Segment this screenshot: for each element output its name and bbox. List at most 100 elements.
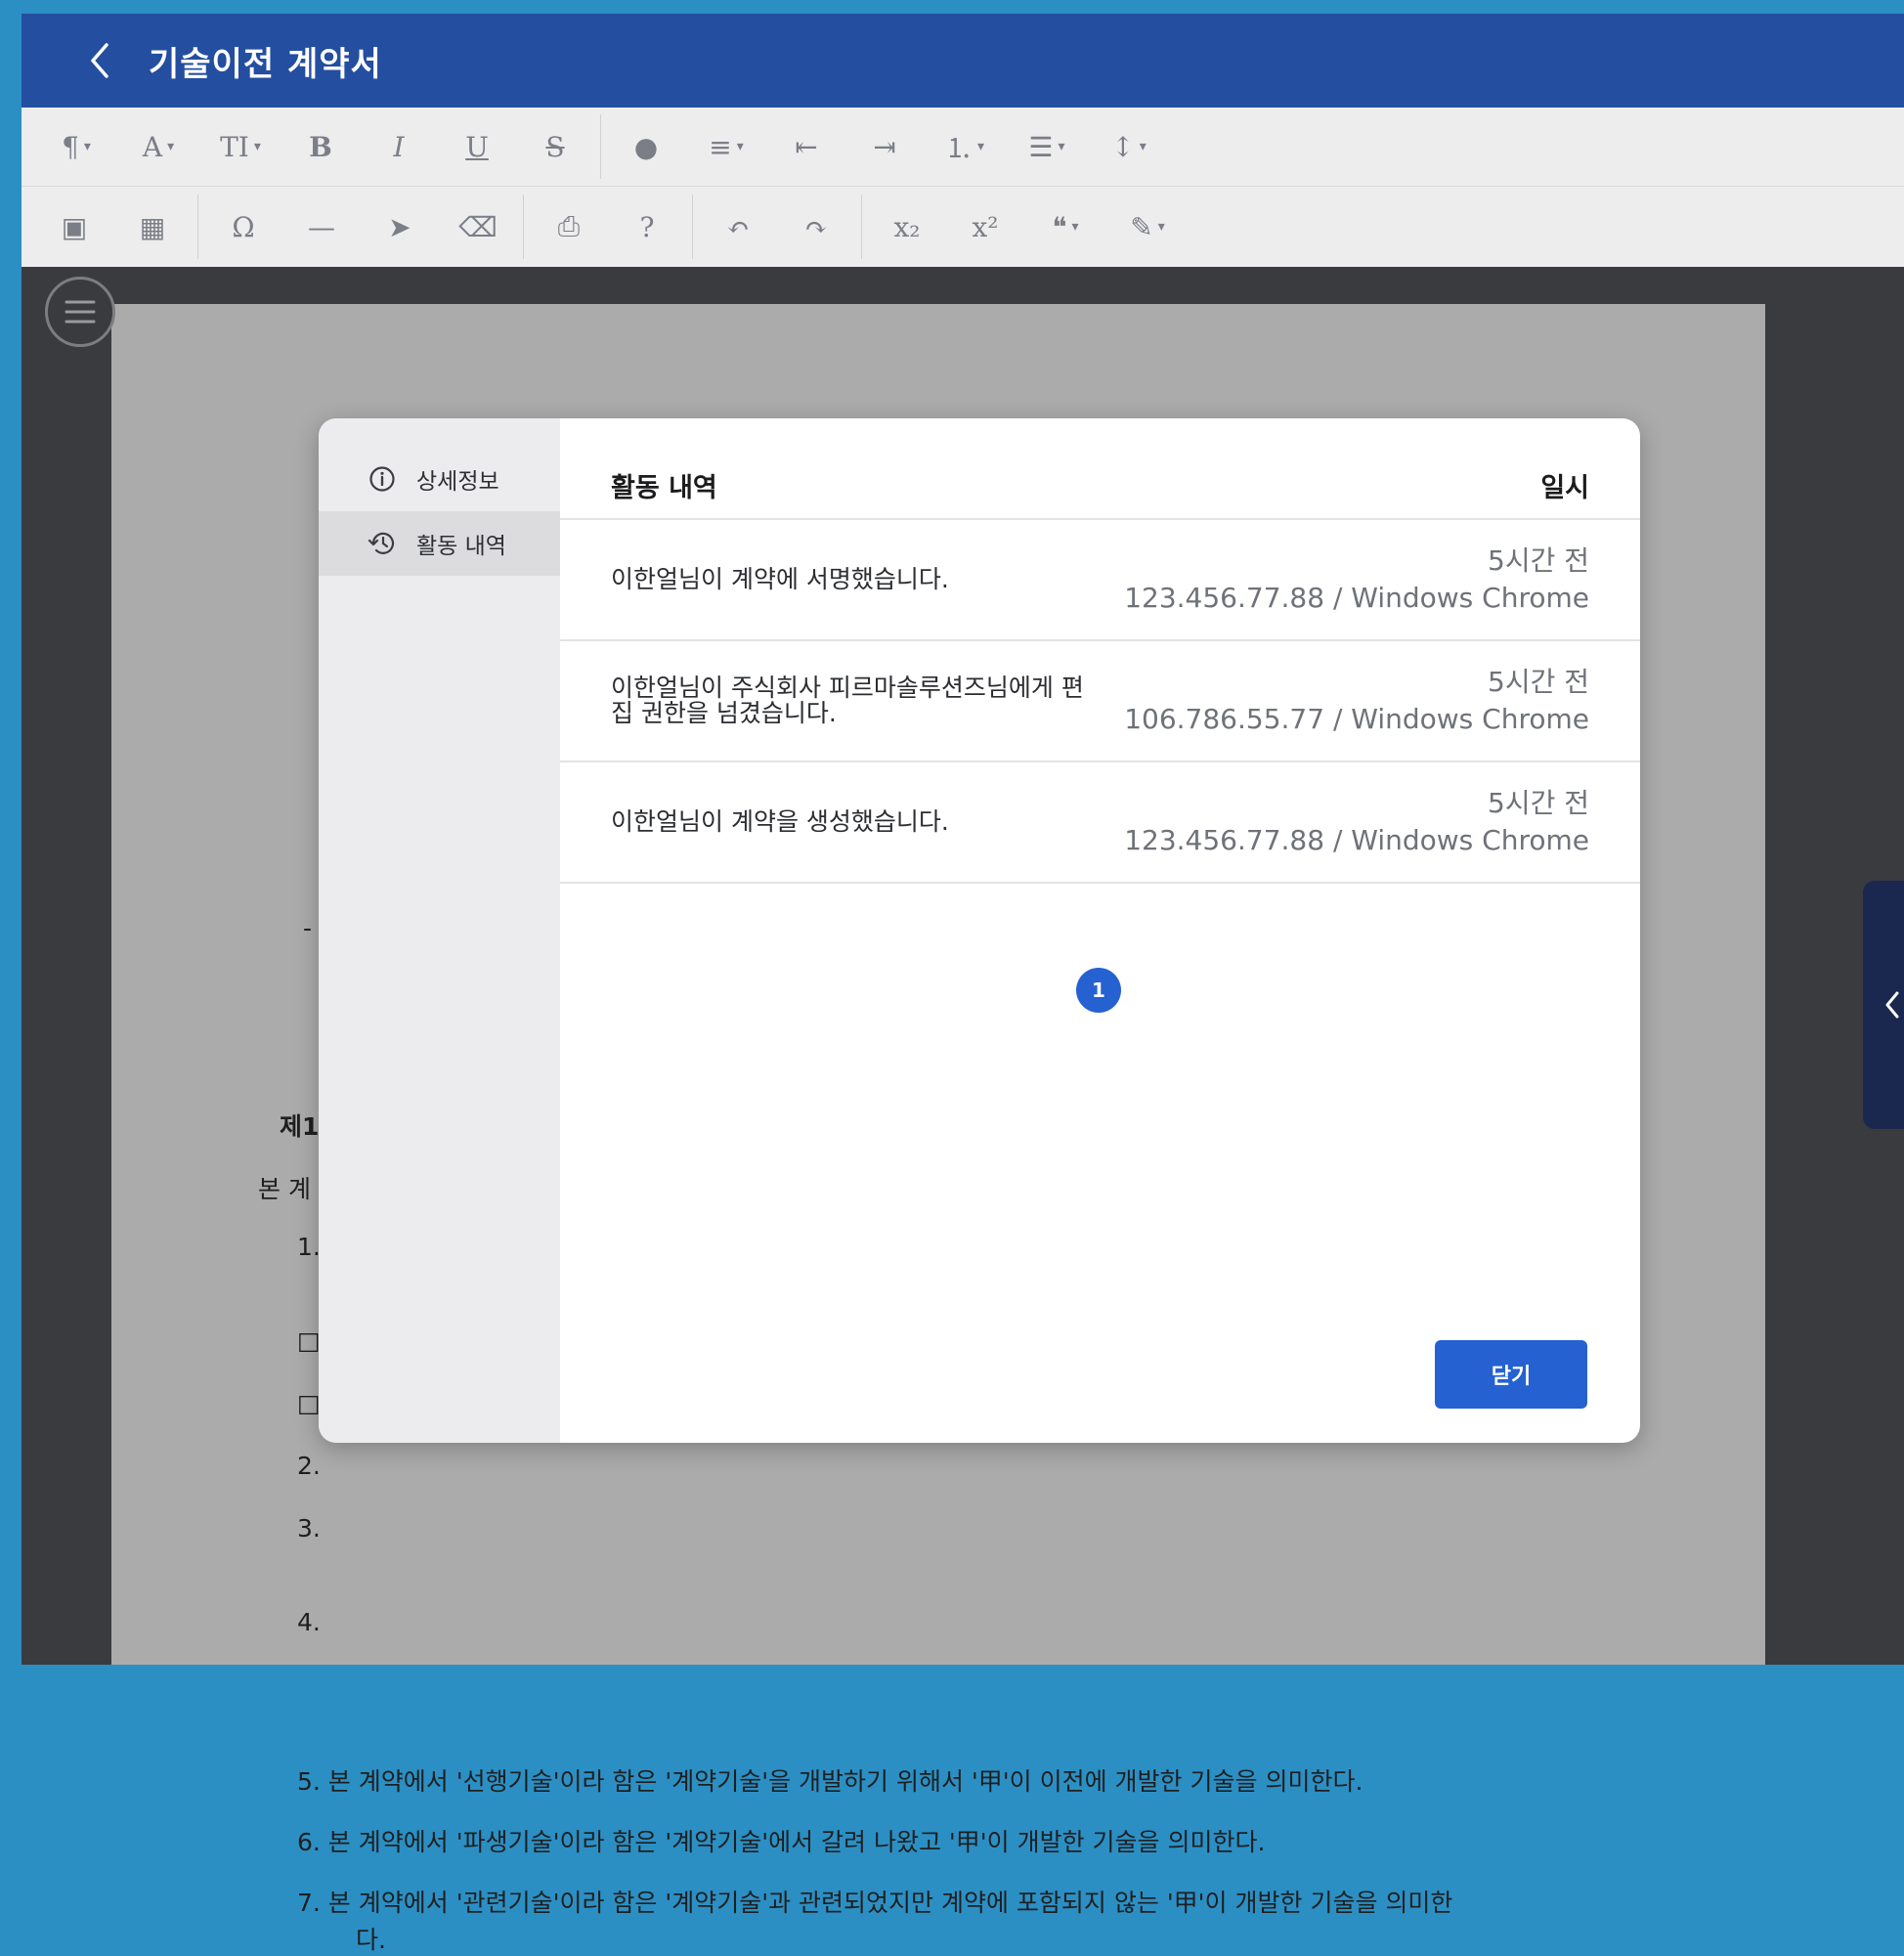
caret-down-icon: ▾ [1157,219,1165,235]
toolbar-row-1: ¶ ▾ A ▾ TI ▾ B I U S ● ≡ ▾ ⇤ ⇥ ⒈ ▾ ☰ ▾ ↕ ▾ [22,108,1904,187]
bold-icon: B [309,130,332,163]
paragraph-style-icon: ¶ [62,130,79,163]
back-button[interactable] [80,41,119,80]
underline-button[interactable]: U [438,117,516,176]
line-height-button[interactable]: ↕ ▾ [1088,117,1170,176]
table-button[interactable]: ▦ [113,197,192,256]
activity-panel: 활동 내역 일시 이한얼님이 계약에 서명했습니다. 5시간 전 123.456… [560,418,1640,1443]
app-header: 기술이전 계약서 [22,14,1904,108]
activity-message: 이한얼님이 주식회사 피르마솔루션즈님에게 편집 권한을 넘겼습니다. [611,673,1084,727]
align-icon: ≡ [709,130,732,163]
strikethrough-button[interactable]: S [516,117,594,176]
activity-row: 이한얼님이 계약을 생성했습니다. 5시간 전 123.456.77.88 / … [560,762,1640,884]
activity-ip-browser: 123.456.77.88 / Windows Chrome [1124,582,1589,614]
subscript-button[interactable]: x₂ [868,197,946,256]
pagination-page-1[interactable]: 1 [1076,968,1121,1013]
column-datetime: 일시 [1540,473,1589,503]
nav-item-label: 상세정보 [416,469,499,495]
caret-down-icon: ▾ [253,139,261,154]
horizontal-rule-button[interactable]: — [282,197,361,256]
superscript-button[interactable]: x² [946,197,1024,256]
undo-icon: ↶ [726,210,750,243]
paragraph-style-button[interactable]: ¶ ▾ [35,117,117,176]
activity-ip-browser: 106.786.55.77 / Windows Chrome [1124,703,1589,735]
print-icon: ⎙ [557,210,581,242]
history-icon [368,529,397,558]
indent-button[interactable]: ⇥ [845,117,924,176]
activity-ip-browser: 123.456.77.88 / Windows Chrome [1124,824,1589,856]
doc-fragment: 3. [297,1514,321,1543]
magic-icon: ✎ [1130,210,1153,243]
blockquote-button[interactable]: ❝ ▾ [1024,197,1106,256]
align-button[interactable]: ≡ ▾ [685,117,767,176]
font-size-button[interactable]: TI ▾ [199,117,281,176]
redo-button[interactable]: ↷ [777,197,855,256]
doc-fragment: 제1 [280,1112,320,1141]
info-icon [368,464,397,494]
outdent-icon: ⇤ [795,130,818,163]
eraser-icon: ⌫ [458,210,498,243]
indent-icon: ⇥ [873,130,896,163]
nav-item-details[interactable]: 상세정보 [319,447,560,511]
underline-icon: U [465,130,489,163]
magic-button[interactable]: ✎ ▾ [1106,197,1189,256]
activity-message: 이한얼님이 계약에 서명했습니다. [611,564,949,593]
activity-meta: 5시간 전 106.786.55.77 / Windows Chrome [1124,664,1589,738]
ordered-list-icon: ⒈ [944,132,973,164]
font-family-icon: A [142,130,163,163]
text-color-button[interactable]: ● [607,117,685,176]
document-menu-button[interactable] [45,277,115,347]
font-size-icon: TI [220,130,249,163]
font-family-button[interactable]: A ▾ [117,117,199,176]
nav-item-label: 활동 내역 [416,534,506,559]
italic-icon: I [393,130,405,163]
image-icon: ▣ [61,210,88,243]
doc-clause-7: 7. 본 계약에서 '관련기술'이라 함은 '계약기술'과 관련되었지만 계약에… [297,1889,1453,1917]
image-button[interactable]: ▣ [35,197,113,256]
bold-button[interactable]: B [281,117,360,176]
activity-row: 이한얼님이 주식회사 피르마솔루션즈님에게 편집 권한을 넘겼습니다. 5시간 … [560,641,1640,762]
unordered-list-icon: ☰ [1028,130,1054,163]
blockquote-icon: ❝ [1052,210,1067,243]
contract-info-modal: 상세정보 활동 내역 활동 내역 일시 이한얼님이 계약에 서명했습니다. 5시… [319,418,1640,1443]
help-button[interactable]: ? [608,197,686,256]
activity-table-header: 활동 내역 일시 [560,418,1640,520]
ordered-list-button[interactable]: ⒈ ▾ [924,117,1006,176]
special-char-icon: Ω [232,210,255,243]
column-activity: 활동 내역 [611,473,717,503]
caret-down-icon: ▾ [736,139,744,154]
horizontal-rule-icon: — [308,210,335,243]
caret-down-icon: ▾ [976,139,985,154]
print-button[interactable]: ⎙ [530,197,608,256]
strikethrough-icon: S [545,130,565,163]
table-icon: ▦ [139,210,166,243]
unordered-list-button[interactable]: ☰ ▾ [1006,117,1088,176]
outdent-button[interactable]: ⇤ [767,117,845,176]
doc-clause-5: 5. 본 계약에서 '선행기술'이라 함은 '계약기술'을 개발하기 위해서 '… [297,1767,1363,1796]
activity-message: 이한얼님이 계약을 생성했습니다. [611,806,949,836]
undo-button[interactable]: ↶ [699,197,777,256]
doc-clause-6: 6. 본 계약에서 '파생기술'이라 함은 '계약기술'에서 갈려 나왔고 '甲… [297,1828,1266,1856]
doc-fragment: 2. [297,1452,321,1480]
side-panel-toggle[interactable] [1863,881,1904,1129]
nav-item-activity[interactable]: 활동 내역 [319,511,560,576]
toolbar-separator [861,195,862,259]
activity-row: 이한얼님이 계약에 서명했습니다. 5시간 전 123.456.77.88 / … [560,520,1640,641]
toolbar-separator [523,195,524,259]
select-button[interactable]: ➤ [361,197,439,256]
activity-meta: 5시간 전 123.456.77.88 / Windows Chrome [1124,543,1589,617]
activity-time: 5시간 전 [1488,666,1589,698]
caret-down-icon: ▾ [83,139,91,154]
eraser-button[interactable]: ⌫ [439,197,517,256]
editor-toolbar: ¶ ▾ A ▾ TI ▾ B I U S ● ≡ ▾ ⇤ ⇥ ⒈ ▾ ☰ ▾ ↕ ▾ ▣ ▦ Ω — ➤ ⌫ ⎙? ↶ ↷ x₂ x² ❝ ▾ ✎… [22,108,1904,267]
doc-fragment: - [303,914,313,942]
special-char-button[interactable]: Ω [204,197,282,256]
close-button[interactable]: 닫기 [1435,1340,1587,1409]
toolbar-separator [600,114,601,179]
caret-down-icon: ▾ [1058,139,1065,154]
toolbar-row-2: ▣ ▦ Ω — ➤ ⌫ ⎙? ↶ ↷ x₂ x² ❝ ▾ ✎ ▾ [22,187,1904,267]
redo-icon: ↷ [804,210,828,243]
caret-down-icon: ▾ [1139,139,1147,154]
line-height-icon: ↕ [1111,130,1135,163]
italic-button[interactable]: I [360,117,438,176]
